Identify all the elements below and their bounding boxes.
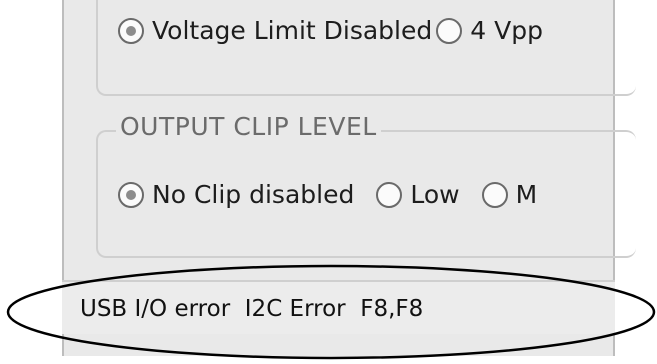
annotation-ellipse	[6, 264, 656, 360]
